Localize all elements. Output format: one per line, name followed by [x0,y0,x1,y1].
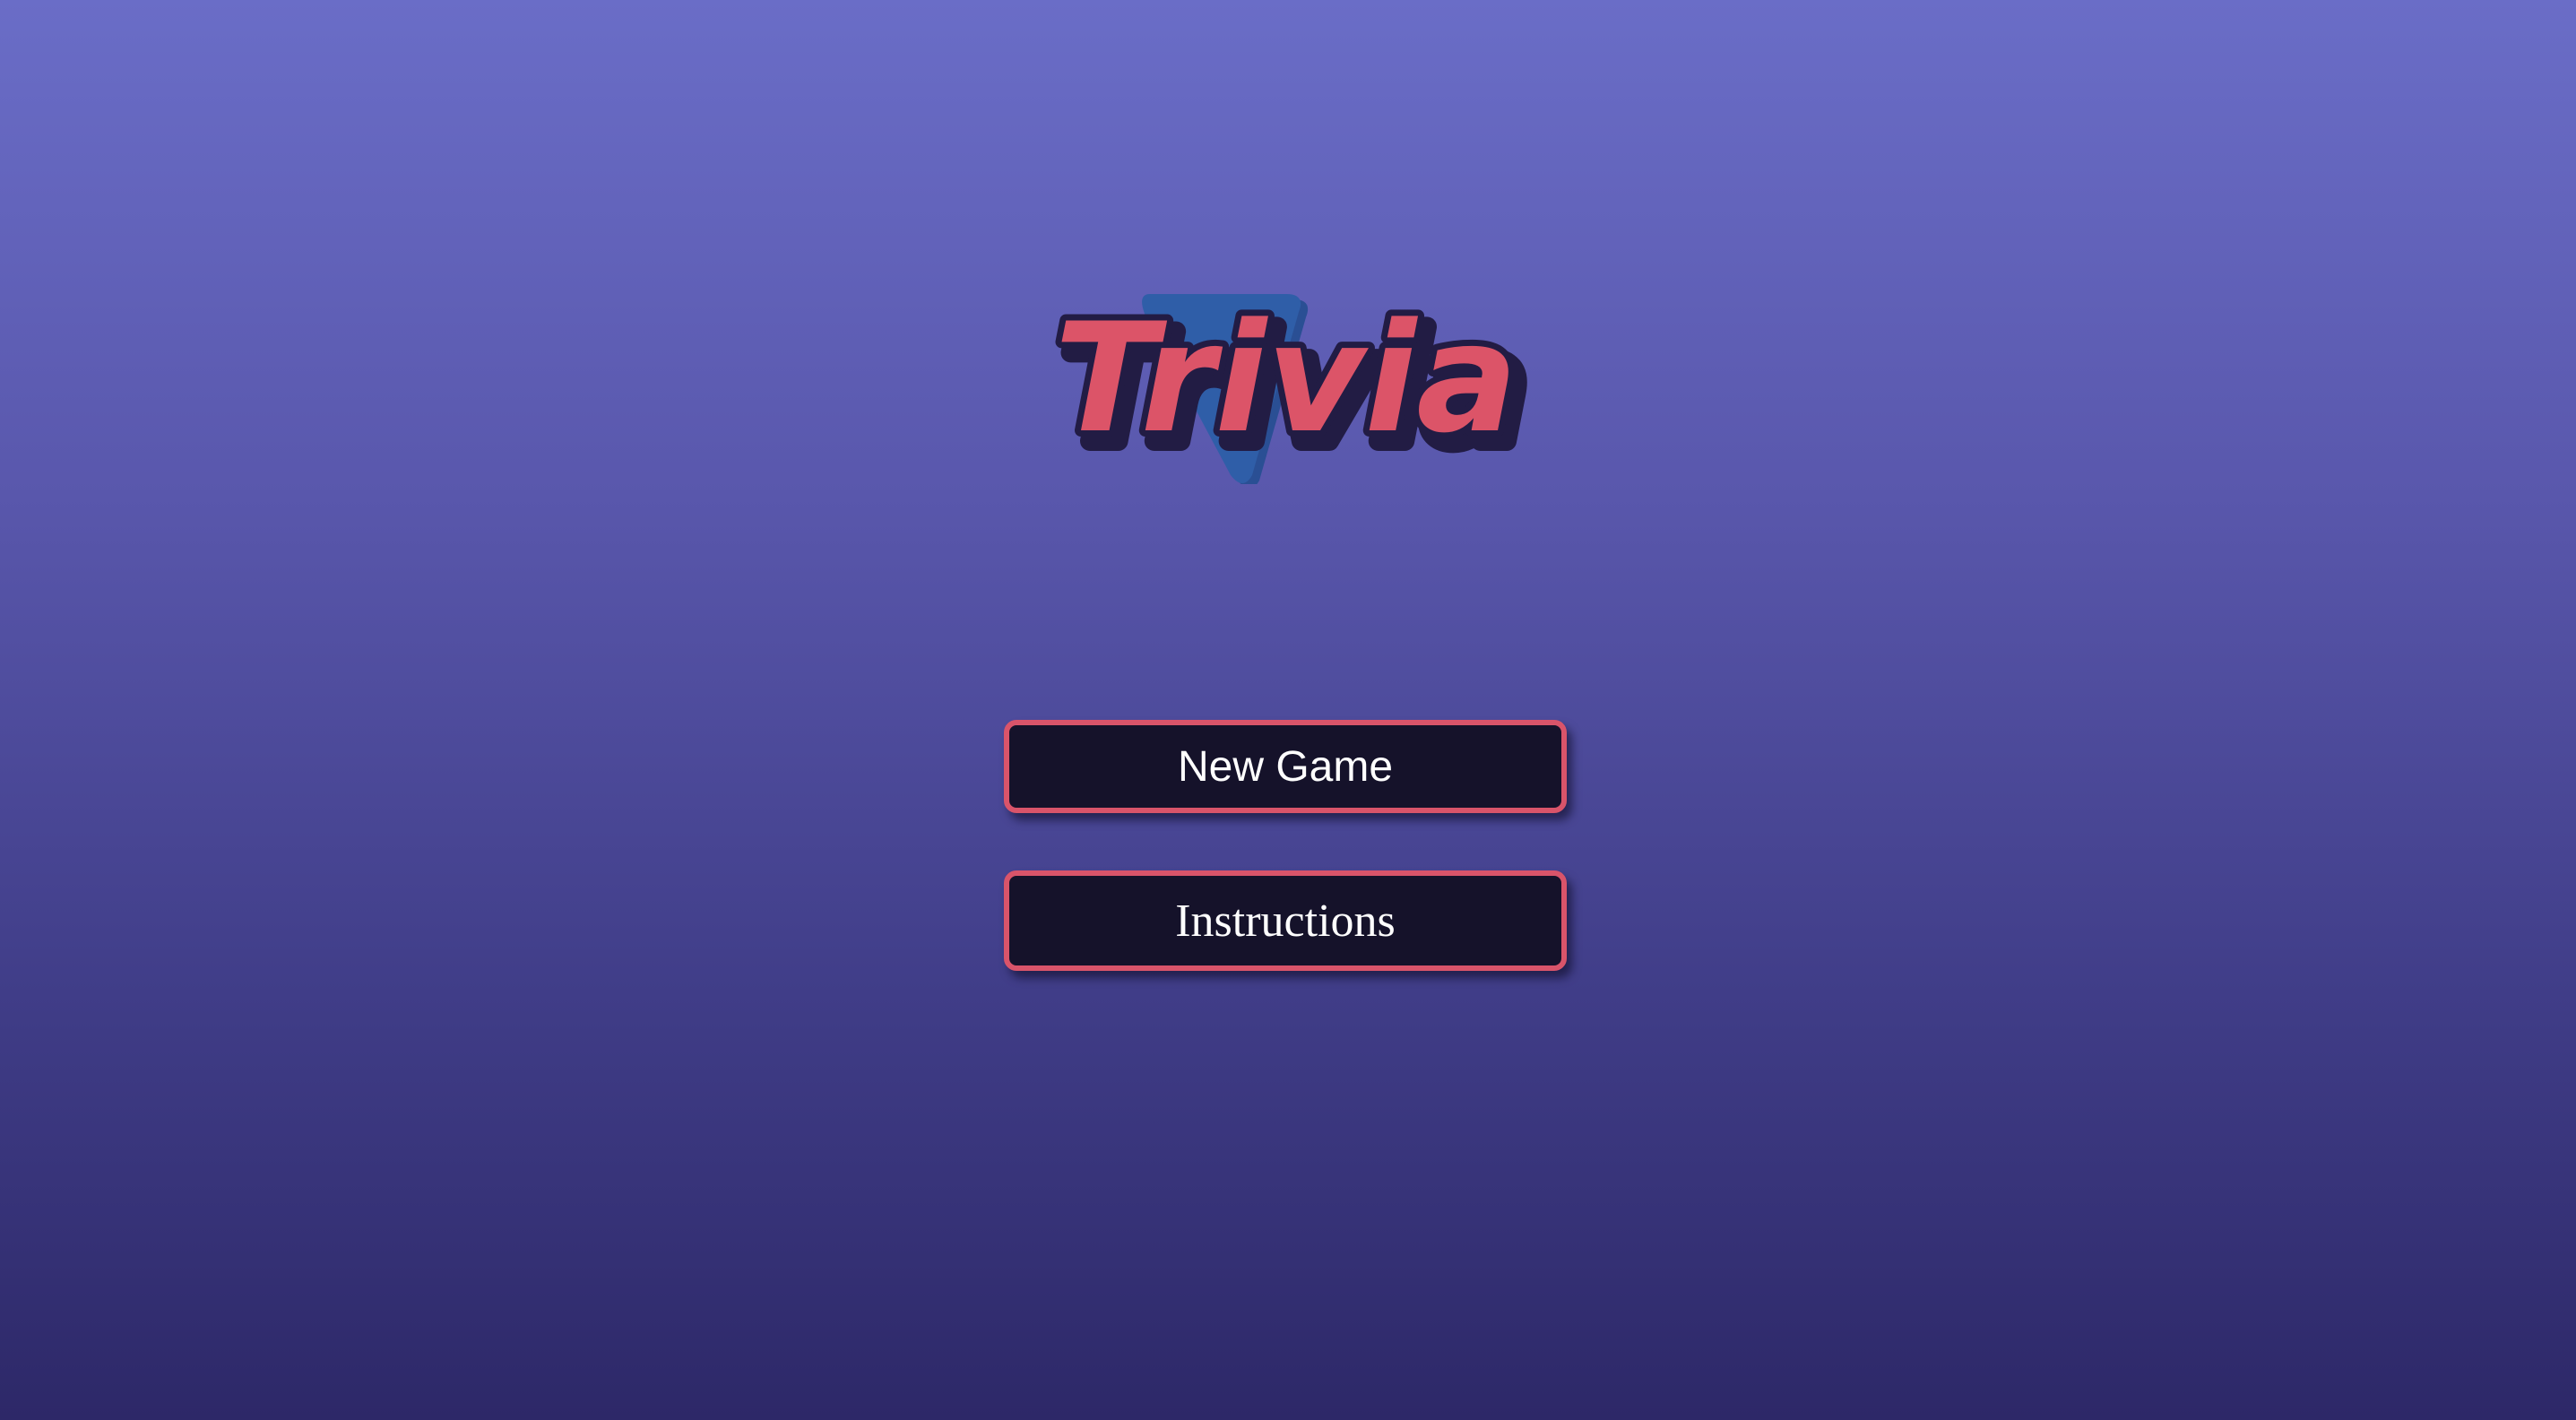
new-game-label: New Game [1177,742,1394,791]
new-game-button[interactable]: New Game [1004,720,1567,813]
instructions-label: Instructions [1175,895,1396,947]
logo-text: Trivia [1054,290,1517,466]
trivia-logo: Trivia Trivia Trivia [1017,287,1555,484]
instructions-button[interactable]: Instructions [1004,870,1567,971]
